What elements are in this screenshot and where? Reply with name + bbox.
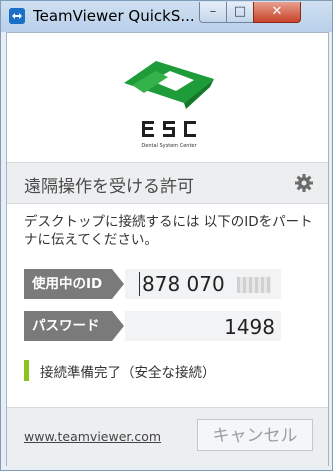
maximize-icon: □ (233, 4, 247, 19)
main-panel: Dental System Center 遠隔操作を受ける許可 デスクトップに接… (6, 32, 329, 466)
status-text: 接続準備完了（安全な接続） (40, 365, 216, 381)
close-button[interactable]: ✕ (253, 2, 301, 23)
status-indicator (24, 360, 29, 381)
password-label: パスワード (24, 311, 124, 341)
id-redacted (237, 277, 271, 293)
gear-icon[interactable] (294, 173, 314, 193)
title-bar[interactable]: TeamViewer QuickS... – □ ✕ (1, 1, 332, 32)
id-label: 使用中のID (24, 269, 124, 299)
section-title: 遠隔操作を受ける許可 (24, 177, 194, 197)
quicksupport-window: TeamViewer QuickS... – □ ✕ Dental System… (0, 0, 333, 471)
teamviewer-link[interactable]: www.teamviewer.com (24, 429, 161, 444)
maximize-button[interactable]: □ (226, 2, 254, 23)
minimize-icon: – (209, 4, 217, 19)
company-logo: Dental System Center (110, 39, 228, 157)
id-field[interactable]: 878 070 (125, 269, 281, 299)
cancel-button[interactable]: キャンセル (197, 419, 313, 451)
teamviewer-icon (9, 8, 25, 24)
minimize-button[interactable]: – (199, 2, 227, 23)
window-title: TeamViewer QuickS... (33, 7, 193, 25)
password-field[interactable]: 1498 (125, 311, 281, 341)
logo-tagline: Dental System Center (141, 143, 197, 149)
footer: www.teamviewer.com キャンセル (7, 407, 328, 466)
password-value[interactable]: 1498 (224, 315, 275, 339)
id-value[interactable]: 878 070 (139, 272, 225, 296)
section-header: 遠隔操作を受ける許可 (7, 162, 328, 204)
instruction-text: デスクトップに接続するには 以下のIDをパートナに伝えてください。 (24, 214, 313, 248)
close-icon: ✕ (271, 4, 283, 19)
